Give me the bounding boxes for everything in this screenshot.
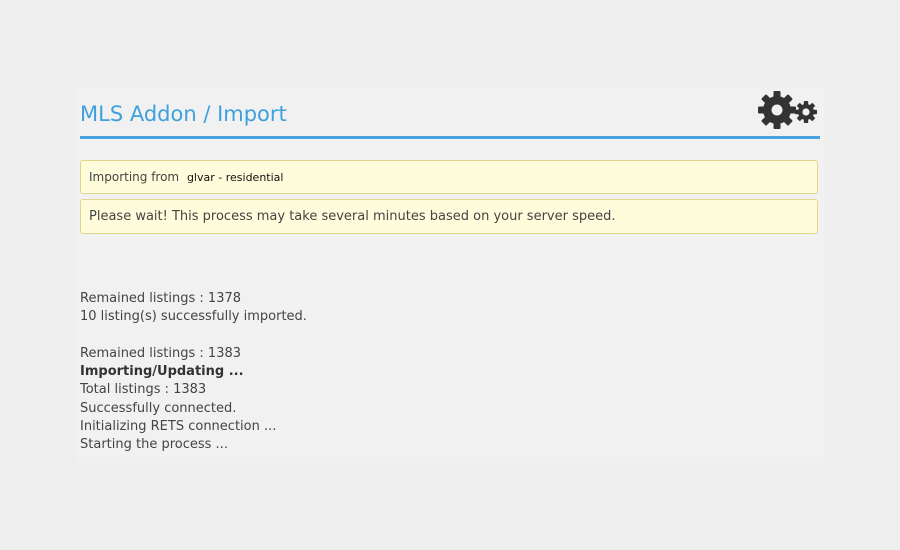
import-source-label: Importing from bbox=[89, 170, 180, 184]
wait-notice-text: Please wait! This process may take sever… bbox=[89, 209, 616, 224]
log-line: Remained listings : 1378 bbox=[80, 291, 242, 306]
log-line: Initializing RETS connection ... bbox=[80, 419, 277, 435]
log-line-status: Importing/Updating ... bbox=[80, 364, 244, 380]
gears-icon bbox=[758, 89, 820, 131]
import-source-value: glvar - residential bbox=[186, 171, 284, 184]
page-header: MLS Addon / Import bbox=[80, 87, 820, 139]
page-title: MLS Addon / Import bbox=[80, 102, 287, 126]
import-source-notice: Importing from glvar - residential bbox=[80, 160, 818, 194]
log-line: Successfully connected. bbox=[80, 400, 237, 416]
log-line: Starting the process ... bbox=[80, 437, 228, 453]
wait-notice: Please wait! This process may take sever… bbox=[80, 199, 818, 234]
log-line: Remained listings : 1383 bbox=[80, 345, 242, 361]
import-log: Remained listings : 1378 10 listing(s) s… bbox=[80, 290, 780, 455]
log-line: Total listings : 1383 bbox=[80, 382, 207, 398]
log-spacer bbox=[80, 327, 780, 345]
import-panel: MLS Addon / Import Importing from glvar … bbox=[76, 87, 824, 463]
log-line: 10 listing(s) successfully imported. bbox=[80, 309, 307, 325]
